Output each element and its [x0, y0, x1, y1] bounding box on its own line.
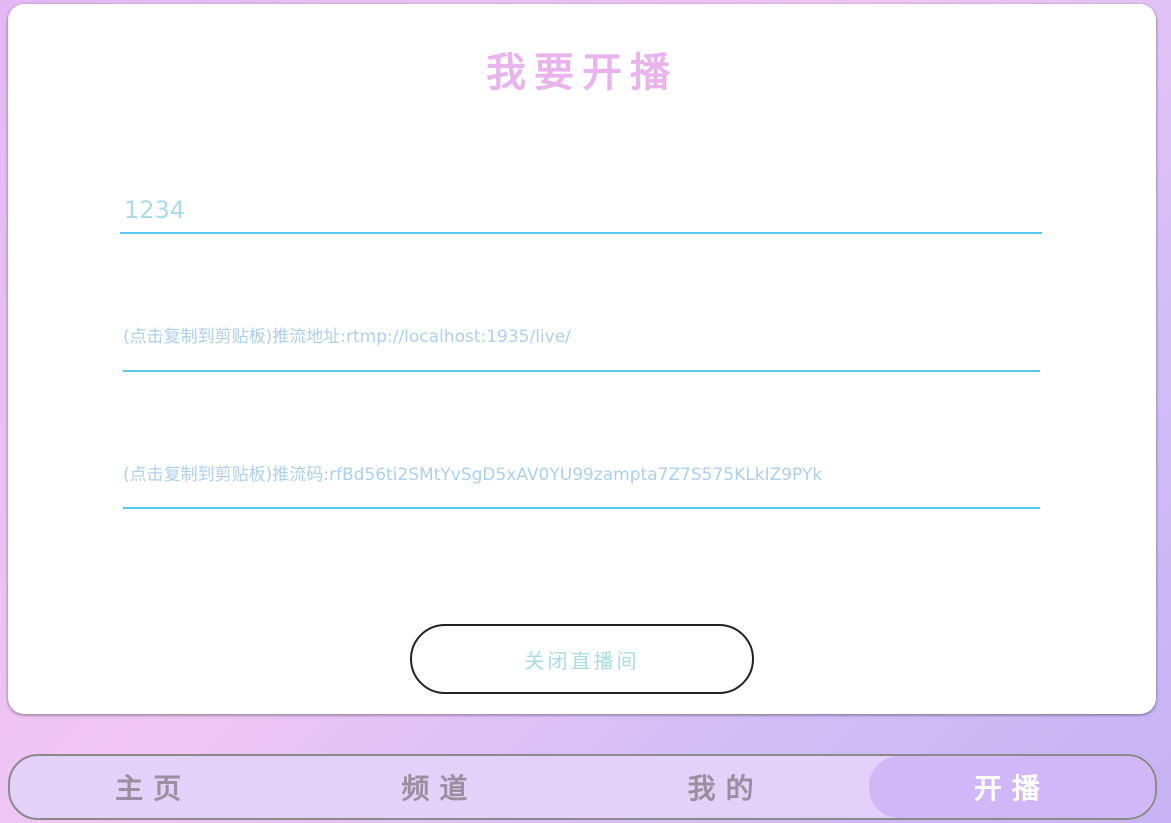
page-title: 我要开播: [486, 50, 678, 96]
bottom-nav: 主页 频道 我的 开播: [8, 754, 1157, 820]
stream-key-field[interactable]: (点击复制到剪贴板)推流码:rfBd56ti2SMtYvSgD5xAV0YU99…: [123, 452, 1040, 509]
nav-item-mine[interactable]: 我的: [583, 756, 869, 818]
nav-item-go-live[interactable]: 开播: [868, 756, 1155, 818]
push-url-text[interactable]: (点击复制到剪贴板)推流地址:rtmp://localhost:1935/liv…: [123, 322, 571, 347]
nav-item-channels[interactable]: 频道: [296, 756, 582, 818]
nav-item-home[interactable]: 主页: [10, 756, 296, 818]
push-url-field[interactable]: (点击复制到剪贴板)推流地址:rtmp://localhost:1935/liv…: [123, 314, 1040, 372]
close-room-button[interactable]: 关闭直播间: [410, 624, 754, 694]
room-name-input[interactable]: [120, 188, 1042, 232]
stream-key-text[interactable]: (点击复制到剪贴板)推流码:rfBd56ti2SMtYvSgD5xAV0YU99…: [123, 460, 822, 485]
room-name-field[interactable]: [120, 188, 1042, 234]
broadcast-card: 我要开播 (点击复制到剪贴板)推流地址:rtmp://localhost:193…: [8, 4, 1156, 714]
